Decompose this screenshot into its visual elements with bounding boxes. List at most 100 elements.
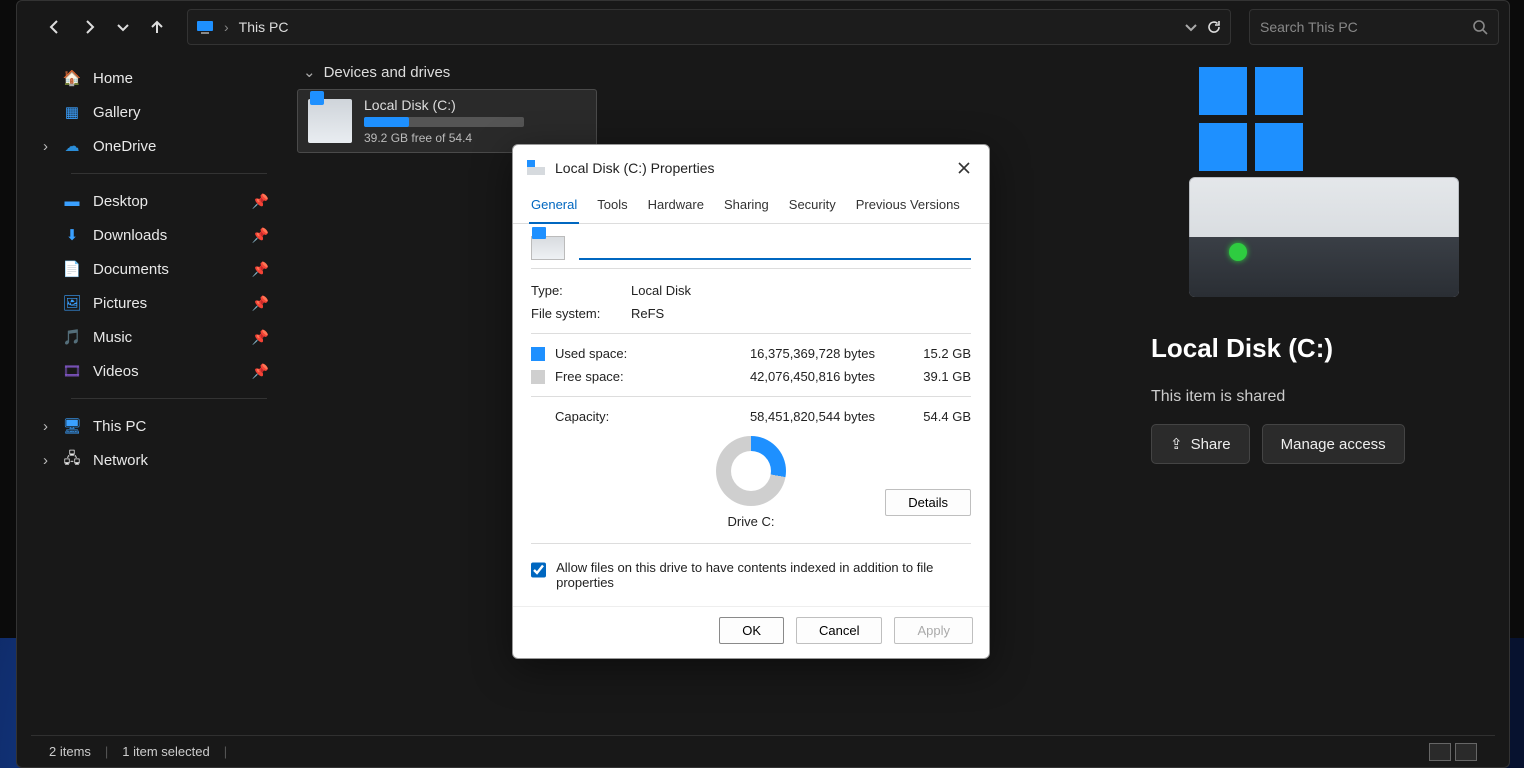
- sidebar-item-music[interactable]: 🎵Music📌: [31, 320, 287, 354]
- free-swatch: [531, 370, 545, 384]
- dialog-tablist: General Tools Hardware Sharing Security …: [513, 189, 989, 224]
- preview-drive-icon: [1169, 67, 1469, 297]
- drive-icon: [527, 160, 545, 176]
- sidebar-label-thispc: This PC: [93, 418, 146, 435]
- sidebar-label-desktop: Desktop: [93, 193, 148, 210]
- music-icon: 🎵: [63, 328, 81, 346]
- sidebar-item-network[interactable]: 🖧Network: [31, 443, 287, 477]
- status-selected-count: 1 item selected: [122, 744, 209, 759]
- apply-button[interactable]: Apply: [894, 617, 973, 644]
- value-filesystem: ReFS: [631, 306, 664, 321]
- forward-button[interactable]: [75, 13, 103, 41]
- details-button[interactable]: Details: [885, 489, 971, 516]
- search-box[interactable]: Search This PC: [1249, 9, 1499, 45]
- value-used-bytes: 16,375,369,728 bytes: [750, 346, 875, 361]
- share-icon: ⇪: [1170, 435, 1183, 453]
- search-icon: [1472, 19, 1488, 35]
- address-bar[interactable]: › This PC: [187, 9, 1231, 45]
- sidebar-label-documents: Documents: [93, 261, 169, 278]
- label-used: Used space:: [555, 346, 645, 361]
- tab-previous-versions[interactable]: Previous Versions: [854, 189, 962, 223]
- up-button[interactable]: [143, 13, 171, 41]
- drive-label-input[interactable]: [579, 234, 971, 260]
- sidebar-item-home[interactable]: 🏠Home: [31, 61, 287, 95]
- sidebar-item-onedrive[interactable]: ☁OneDrive: [31, 129, 287, 163]
- label-free: Free space:: [555, 369, 645, 384]
- sidebar-item-pictures[interactable]: 🖼Pictures📌: [31, 286, 287, 320]
- nav-toolbar: › This PC Search This PC: [17, 1, 1509, 53]
- pin-icon: 📌: [252, 363, 269, 380]
- sidebar-item-videos[interactable]: 🎞 Videos 📌: [31, 354, 287, 388]
- value-free-bytes: 42,076,450,816 bytes: [750, 369, 875, 384]
- index-checkbox[interactable]: [531, 562, 546, 578]
- preview-shared-status: This item is shared: [1151, 388, 1487, 406]
- address-history-dropdown[interactable]: [1184, 20, 1198, 34]
- tab-sharing[interactable]: Sharing: [722, 189, 771, 223]
- pin-icon: 📌: [252, 193, 269, 210]
- view-details-button[interactable]: [1429, 743, 1451, 761]
- home-icon: 🏠: [63, 69, 81, 87]
- view-large-button[interactable]: [1455, 743, 1477, 761]
- ok-button[interactable]: OK: [719, 617, 784, 644]
- label-filesystem: File system:: [531, 306, 631, 321]
- this-pc-icon: [196, 18, 214, 36]
- tab-tools[interactable]: Tools: [595, 189, 629, 223]
- sidebar-item-gallery[interactable]: ▦ Gallery: [31, 95, 287, 129]
- desktop-icon: ▬: [63, 192, 81, 210]
- group-header-devices[interactable]: ⌄ Devices and drives: [297, 59, 1113, 89]
- downloads-icon: ⬇: [63, 226, 81, 244]
- index-checkbox-label[interactable]: Allow files on this drive to have conten…: [556, 560, 971, 590]
- sidebar-separator: [71, 398, 267, 399]
- refresh-button[interactable]: [1206, 19, 1222, 35]
- value-capacity-gb: 54.4 GB: [901, 409, 971, 424]
- dialog-title: Local Disk (C:) Properties: [555, 160, 715, 176]
- tab-security[interactable]: Security: [787, 189, 838, 223]
- drive-icon: [531, 236, 565, 260]
- manage-access-label: Manage access: [1281, 436, 1386, 453]
- group-label: Devices and drives: [324, 64, 451, 81]
- status-divider: |: [224, 744, 227, 759]
- navigation-pane: 🏠Home ▦ Gallery ☁OneDrive ▬ Desktop 📌 ⬇ Down…: [17, 53, 287, 729]
- status-divider: |: [105, 744, 108, 759]
- value-used-gb: 15.2 GB: [901, 346, 971, 361]
- drive-free-of: 39.2 GB free of 54.4: [364, 131, 524, 145]
- cancel-button[interactable]: Cancel: [796, 617, 882, 644]
- sidebar-label-videos: Videos: [93, 363, 139, 380]
- share-button[interactable]: ⇪Share: [1151, 424, 1250, 464]
- pin-icon: 📌: [252, 261, 269, 278]
- sidebar-item-documents[interactable]: 📄 Documents 📌: [31, 252, 287, 286]
- status-bar: 2 items | 1 item selected |: [31, 735, 1495, 767]
- label-capacity: Capacity:: [555, 409, 645, 424]
- value-free-gb: 39.1 GB: [901, 369, 971, 384]
- dialog-titlebar: Local Disk (C:) Properties: [513, 145, 989, 189]
- sidebar-label-pictures: Pictures: [93, 295, 147, 312]
- value-capacity-bytes: 58,451,820,544 bytes: [750, 409, 875, 424]
- chevron-down-icon: ⌄: [303, 63, 316, 81]
- properties-dialog: Local Disk (C:) Properties General Tools…: [512, 144, 990, 659]
- back-button[interactable]: [41, 13, 69, 41]
- documents-icon: 📄: [63, 260, 81, 278]
- drive-usage-bar: [364, 117, 524, 127]
- close-button[interactable]: [951, 155, 977, 181]
- sidebar-label-network: Network: [93, 452, 148, 469]
- breadcrumb-this-pc[interactable]: This PC: [239, 19, 289, 35]
- sidebar-separator: [71, 173, 267, 174]
- details-pane: Local Disk (C:) This item is shared ⇪Sha…: [1129, 53, 1509, 729]
- sidebar-item-this-pc[interactable]: 🖥 This PC: [31, 409, 287, 443]
- gallery-icon: ▦: [63, 103, 81, 121]
- sidebar-item-desktop[interactable]: ▬ Desktop 📌: [31, 184, 287, 218]
- this-pc-icon: 🖥: [63, 417, 81, 435]
- search-placeholder: Search This PC: [1260, 19, 1358, 35]
- pin-icon: 📌: [252, 329, 269, 346]
- sidebar-label-gallery: Gallery: [93, 104, 141, 121]
- recent-dropdown[interactable]: [109, 13, 137, 41]
- capacity-pie-chart: [716, 436, 786, 506]
- sidebar-label-downloads: Downloads: [93, 227, 167, 244]
- pin-icon: 📌: [252, 227, 269, 244]
- tab-hardware[interactable]: Hardware: [646, 189, 706, 223]
- tab-general[interactable]: General: [529, 189, 579, 224]
- manage-access-button[interactable]: Manage access: [1262, 424, 1405, 464]
- sidebar-item-downloads[interactable]: ⬇ Downloads 📌: [31, 218, 287, 252]
- videos-icon: 🎞: [63, 362, 81, 380]
- pictures-icon: 🖼: [63, 294, 81, 312]
